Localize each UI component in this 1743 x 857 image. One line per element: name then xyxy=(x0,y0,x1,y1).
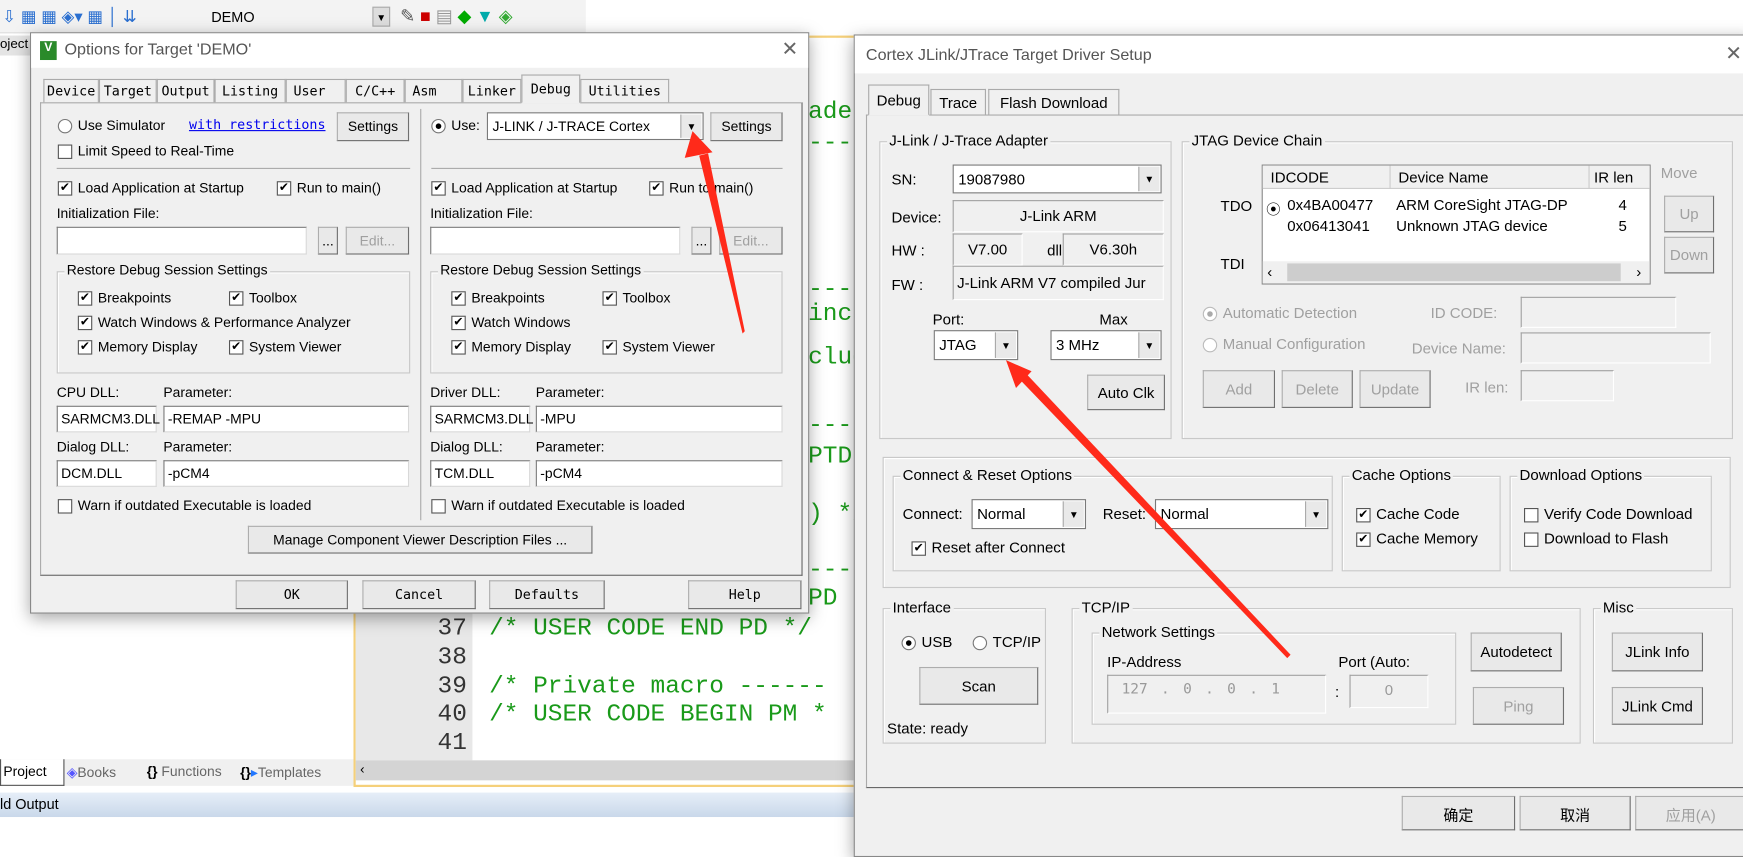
annotation-arrow xyxy=(1005,360,1291,659)
arrow-shaft xyxy=(699,153,745,334)
tab-debug[interactable]: Debug xyxy=(868,84,930,116)
tab-debug[interactable]: Debug xyxy=(521,74,581,104)
arrow-head-icon xyxy=(684,131,713,158)
annotation-arrow xyxy=(684,131,745,334)
annotation-arrows xyxy=(684,131,1291,659)
arrow-shaft xyxy=(1020,373,1291,659)
screen: ⇩ ▦ ▦ ◈▾ ▦ │ ⇊ DEMO ▼ ✎ ■ ▤ ◆ ▼ ◈ oject … xyxy=(0,0,1743,857)
